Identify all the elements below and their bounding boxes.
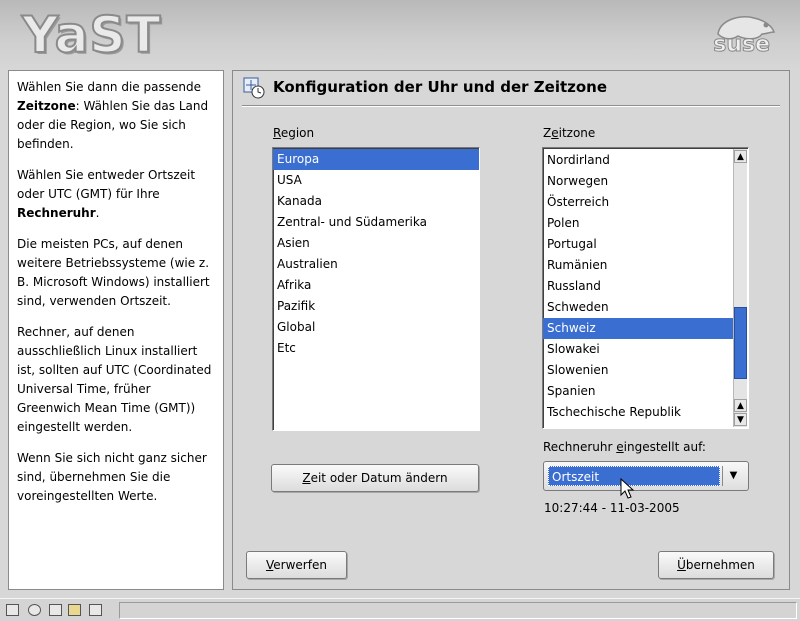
region-list-item[interactable]: Pazifik [273, 296, 479, 317]
region-list-item[interactable]: USA [273, 170, 479, 191]
region-list-item[interactable]: Australien [273, 254, 479, 275]
zone-label: Zeitzone [543, 126, 596, 140]
accept-button[interactable]: Übernehmen [658, 551, 774, 579]
taskbar [0, 598, 800, 621]
title-divider [242, 105, 780, 107]
header: YaST suse [0, 0, 800, 70]
chevron-down-icon[interactable]: ▼ [722, 466, 744, 486]
region-list-item[interactable]: Zentral- und Südamerika [273, 212, 479, 233]
taskbar-tasks-area [119, 602, 797, 619]
timezone-list-item[interactable]: Rumänien [543, 255, 733, 276]
hardware-clock-select[interactable]: Ortszeit ▼ [543, 461, 749, 491]
region-list-item[interactable]: Etc [273, 338, 479, 359]
timezone-list-item[interactable]: Portugal [543, 234, 733, 255]
timezone-list-item[interactable]: Spanien [543, 381, 733, 402]
timezone-list-item[interactable]: Nordirland [543, 150, 733, 171]
timezone-list-item[interactable]: Slowenien [543, 360, 733, 381]
help-paragraph: Wenn Sie sich nicht ganz sicher sind, üb… [17, 451, 207, 503]
browser-icon[interactable] [28, 604, 41, 616]
help-paragraph: Wählen Sie entweder Ortszeit oder UTC (G… [17, 168, 196, 220]
timezone-list-item[interactable]: Österreich [543, 192, 733, 213]
mouse-cursor-icon [620, 478, 635, 499]
clock-globe-icon [243, 77, 265, 99]
hardware-clock-label: Rechneruhr eingestellt auf: [543, 440, 706, 454]
scroll-up-icon[interactable]: ▲ [734, 399, 747, 412]
scroll-up-icon[interactable]: ▲ [734, 150, 747, 163]
region-list-item[interactable]: Kanada [273, 191, 479, 212]
region-list-item[interactable]: Europa [273, 149, 479, 170]
help-panel: Wählen Sie dann die passende Zeitzone: W… [8, 70, 224, 590]
timezone-list-item[interactable]: Schweden [543, 297, 733, 318]
folder-icon[interactable] [68, 604, 81, 616]
timezone-list-item[interactable]: Russland [543, 276, 733, 297]
timezone-scrollbar[interactable]: ▲ ▲ ▼ [733, 149, 747, 427]
region-list[interactable]: Europa USA Kanada Zentral- und Südamerika As… [272, 147, 480, 431]
region-list-item[interactable]: Asien [273, 233, 479, 254]
help-paragraph: Rechner, auf denen ausschließlich Linux … [17, 325, 212, 434]
region-list-item[interactable]: Global [273, 317, 479, 338]
discard-button[interactable]: Verwerfen [246, 551, 347, 579]
tools-icon[interactable] [89, 604, 102, 616]
scroll-thumb[interactable] [734, 307, 747, 379]
change-time-date-button[interactable]: Zeit oder Datum ändern [271, 464, 479, 492]
region-label: Region [273, 126, 315, 140]
timezone-list-item[interactable]: Polen [543, 213, 733, 234]
help-paragraph: Wählen Sie dann die passende Zeitzone: W… [17, 80, 209, 151]
scroll-down-icon[interactable]: ▼ [734, 413, 747, 426]
timezone-list-item[interactable]: Norwegen [543, 171, 733, 192]
help-paragraph: Die meisten PCs, auf denen weitere Betri… [17, 237, 210, 308]
disk-icon[interactable] [49, 604, 62, 616]
region-list-item[interactable]: Afrika [273, 275, 479, 296]
main-panel: Konfiguration der Uhr und der Zeitzone R… [232, 70, 790, 590]
terminal-icon[interactable] [6, 604, 19, 616]
timezone-list[interactable]: Nordirland Norwegen Österreich Polen Portuga… [542, 147, 749, 429]
timezone-list-item[interactable]: Slowakei [543, 339, 733, 360]
suse-logo-text: suse [713, 32, 771, 58]
current-datetime: 10:27:44 - 11-03-2005 [544, 501, 680, 515]
timezone-list-item[interactable]: Schweiz [543, 318, 733, 339]
timezone-list-item[interactable]: Tschechische Republik [543, 402, 733, 423]
page-title: Konfiguration der Uhr und der Zeitzone [273, 78, 608, 96]
yast-logo: YaST [21, 5, 162, 65]
